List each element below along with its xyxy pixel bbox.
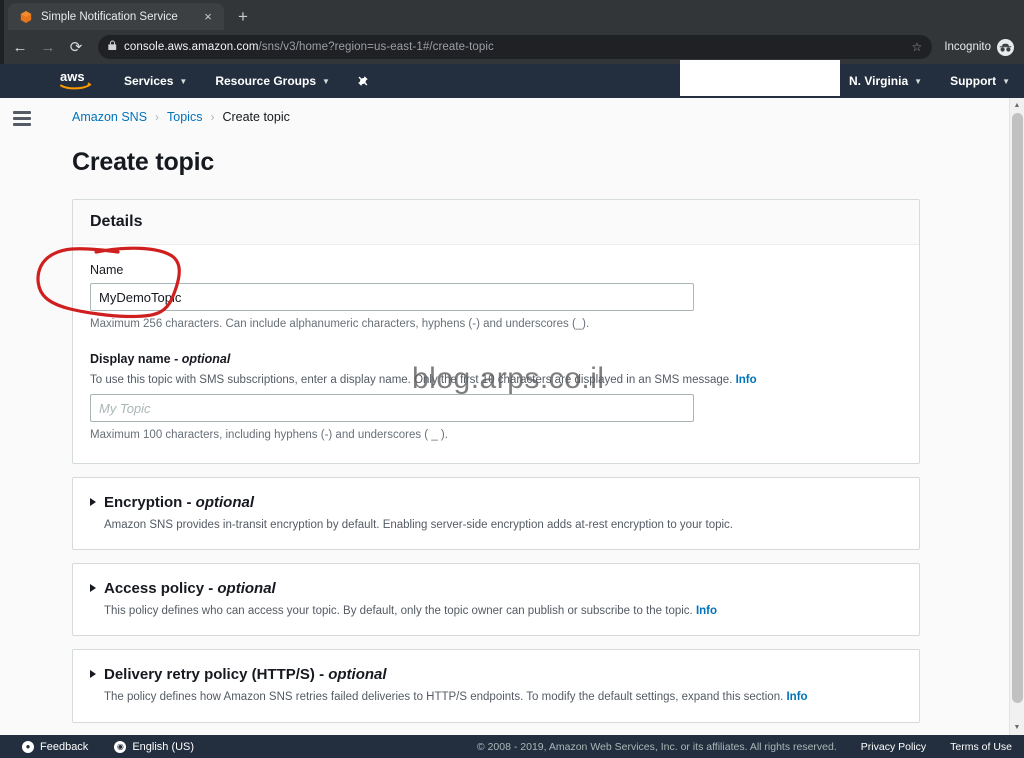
main-content: Amazon SNS › Topics › Create topic Creat…: [44, 98, 1024, 735]
breadcrumb: Amazon SNS › Topics › Create topic: [72, 110, 1024, 124]
services-label: Services: [124, 74, 174, 88]
encryption-section[interactable]: Encryption - optional Amazon SNS provide…: [72, 477, 920, 551]
browser-tab-strip: Simple Notification Service × +: [0, 0, 1024, 30]
support-label: Support: [950, 74, 997, 88]
services-menu[interactable]: Services ▼: [110, 64, 201, 98]
privacy-policy-link[interactable]: Privacy Policy: [861, 741, 926, 753]
display-name-label: Display name - optional: [90, 352, 231, 367]
pin-icon[interactable]: [344, 75, 381, 88]
address-bar-url: console.aws.amazon.com/sns/v3/home?regio…: [124, 41, 494, 53]
bookmark-star-icon[interactable]: ☆: [904, 40, 923, 54]
close-icon[interactable]: ×: [201, 10, 215, 23]
vertical-scrollbar[interactable]: ▲ ▼: [1009, 98, 1024, 735]
access-policy-section-header[interactable]: Access policy - optional: [90, 580, 902, 597]
left-rail: [0, 98, 44, 735]
display-name-info-link[interactable]: Info: [736, 374, 757, 386]
details-panel-body: Name Maximum 256 characters. Can include…: [73, 245, 919, 463]
access-policy-info-link[interactable]: Info: [696, 605, 717, 617]
resource-groups-label: Resource Groups: [215, 74, 317, 88]
support-menu[interactable]: Support ▼: [936, 64, 1024, 98]
url-path: /sns/v3/home?region=us-east-1#/create-to…: [258, 41, 494, 53]
aws-sns-orange-hexagon-icon: [19, 10, 33, 24]
delivery-retry-policy-description: The policy defines how Amazon SNS retrie…: [104, 691, 808, 704]
chevron-down-icon: ▼: [179, 76, 188, 86]
chevron-down-icon: ▼: [322, 76, 330, 86]
delivery-retry-policy-title: Delivery retry policy (HTTP/S) - optiona…: [104, 666, 387, 684]
terms-of-use-link[interactable]: Terms of Use: [950, 741, 1012, 753]
new-tab-button[interactable]: +: [238, 8, 248, 25]
chevron-down-icon: ▼: [914, 76, 923, 86]
page-title: Create topic: [72, 148, 215, 176]
browser-tab[interactable]: Simple Notification Service ×: [8, 3, 224, 30]
access-policy-title: Access policy - optional: [104, 580, 276, 598]
details-panel: Details Name Maximum 256 characters. Can…: [72, 199, 920, 465]
region-menu[interactable]: N. Virginia ▼: [835, 64, 936, 98]
details-panel-header: Details: [73, 200, 919, 245]
encryption-section-header[interactable]: Encryption - optional: [90, 494, 902, 511]
copyright-text: © 2008 - 2019, Amazon Web Services, Inc.…: [476, 740, 837, 753]
display-name-helper-above: To use this topic with SMS subscriptions…: [90, 374, 757, 387]
name-label: Name: [90, 263, 124, 277]
globe-icon: ◉: [114, 740, 127, 753]
name-helper-text: Maximum 256 characters. Can include alph…: [90, 318, 590, 330]
scroll-up-arrow-icon[interactable]: ▲: [1010, 98, 1024, 113]
hamburger-menu-icon[interactable]: [13, 108, 31, 129]
breadcrumb-separator-icon: ›: [210, 110, 215, 124]
topic-name-input[interactable]: [90, 283, 694, 311]
reload-button[interactable]: ⟳: [62, 33, 90, 61]
access-policy-section[interactable]: Access policy - optional This policy def…: [72, 563, 920, 637]
access-policy-description: This policy defines who can access your …: [104, 605, 718, 618]
encryption-title: Encryption - optional: [104, 494, 254, 512]
display-name-input[interactable]: [90, 394, 694, 423]
url-host: console.aws.amazon.com: [124, 41, 259, 53]
delivery-retry-policy-section[interactable]: Delivery retry policy (HTTP/S) - optiona…: [72, 649, 920, 723]
delivery-retry-policy-info-link[interactable]: Info: [786, 691, 807, 703]
details-heading: Details: [90, 213, 143, 230]
address-bar[interactable]: console.aws.amazon.com/sns/v3/home?regio…: [98, 35, 933, 59]
language-label: English (US): [132, 740, 195, 753]
feedback-label: Feedback: [40, 740, 89, 753]
console-footer: ● Feedback ◉ English (US) © 2008 - 2019,…: [0, 735, 1024, 758]
chevron-right-icon: [90, 670, 96, 679]
region-label: N. Virginia: [849, 74, 909, 88]
redacted-account-name-overlay: [680, 60, 840, 96]
feedback-button[interactable]: ● Feedback: [22, 740, 89, 753]
breadcrumb-item-topics[interactable]: Topics: [167, 110, 202, 124]
encryption-description: Amazon SNS provides in-transit encryptio…: [104, 519, 733, 532]
chevron-down-icon: ▼: [1002, 76, 1010, 86]
scrollbar-thumb[interactable]: [1012, 113, 1023, 703]
chevron-right-icon: [90, 498, 96, 507]
scroll-down-arrow-icon[interactable]: ▼: [1010, 720, 1024, 735]
delivery-retry-policy-section-header[interactable]: Delivery retry policy (HTTP/S) - optiona…: [90, 666, 902, 683]
aws-top-navigation: aws Services ▼ Resource Groups ▼ N. Virg…: [0, 64, 1024, 98]
chevron-right-icon: [90, 584, 96, 593]
padlock-icon: [108, 40, 117, 54]
browser-tab-title: Simple Notification Service: [41, 10, 178, 23]
browser-toolbar: ← → ⟳ console.aws.amazon.com/sns/v3/home…: [0, 30, 1024, 64]
display-name-helper-text: Maximum 100 characters, including hyphen…: [90, 429, 448, 442]
browser-window: Simple Notification Service × + ← → ⟳ co…: [0, 0, 1024, 758]
svg-text:aws: aws: [60, 69, 85, 84]
footer-right-group: © 2008 - 2019, Amazon Web Services, Inc.…: [477, 741, 1012, 753]
incognito-indicator: Incognito: [938, 38, 1014, 56]
resource-groups-menu[interactable]: Resource Groups ▼: [201, 64, 344, 98]
back-button[interactable]: ←: [6, 33, 34, 61]
display-name-optional-tag: optional: [181, 352, 231, 367]
display-name-field-group: Display name - optional To use this topi…: [90, 352, 902, 443]
breadcrumb-item-create-topic: Create topic: [222, 110, 290, 124]
incognito-label: Incognito: [944, 41, 991, 53]
aws-logo[interactable]: aws: [52, 69, 110, 93]
incognito-hat-glasses-icon: [997, 38, 1014, 56]
breadcrumb-item-amazon-sns[interactable]: Amazon SNS: [72, 110, 147, 124]
language-selector[interactable]: ◉ English (US): [114, 740, 195, 753]
speech-bubble-icon: ●: [22, 740, 34, 753]
console-body: Amazon SNS › Topics › Create topic Creat…: [0, 98, 1024, 735]
name-field-group: Name Maximum 256 characters. Can include…: [90, 263, 902, 332]
breadcrumb-separator-icon: ›: [155, 110, 160, 124]
forward-button[interactable]: →: [34, 33, 62, 61]
